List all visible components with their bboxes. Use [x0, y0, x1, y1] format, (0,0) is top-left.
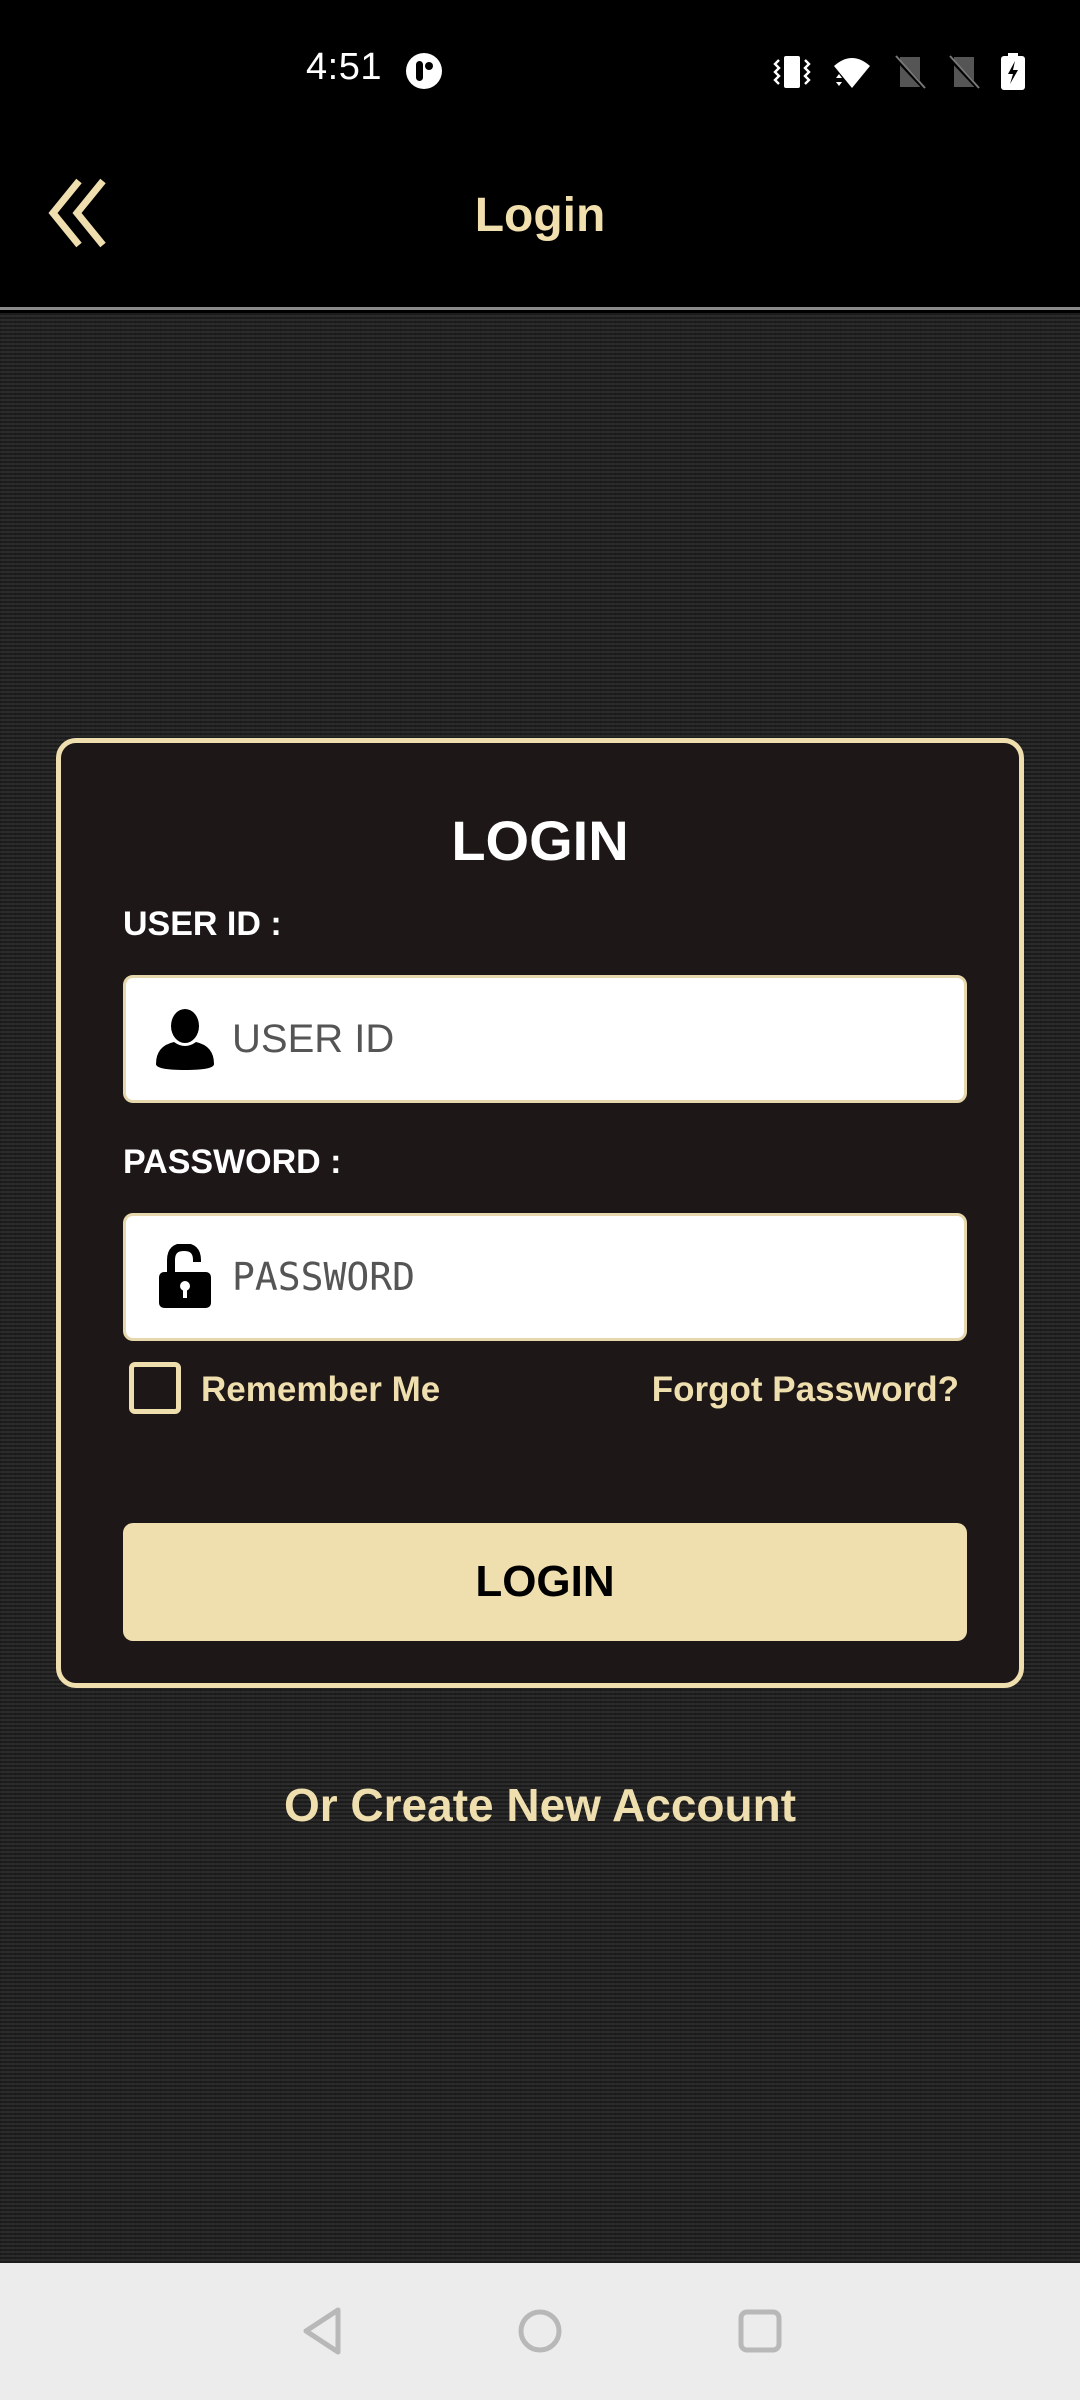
status-icons — [772, 52, 1026, 92]
triangle-back-icon — [300, 2306, 344, 2361]
wifi-icon — [830, 54, 874, 90]
circle-home-icon — [516, 2307, 564, 2360]
user-id-input[interactable] — [232, 978, 932, 1100]
password-input[interactable] — [232, 1216, 932, 1338]
app-bar: Login — [0, 130, 1080, 310]
remember-row: Remember Me Forgot Password? — [123, 1360, 967, 1420]
password-label: PASSWORD : — [123, 1143, 342, 1181]
nav-home-button[interactable] — [510, 2303, 570, 2363]
no-sim-icon — [946, 54, 982, 90]
nav-recents-button[interactable] — [730, 2303, 790, 2363]
square-recents-icon — [736, 2307, 784, 2360]
status-bar: 4:51 — [0, 0, 1080, 130]
unlock-icon — [150, 1242, 220, 1312]
no-sim-icon — [892, 54, 928, 90]
page-title: Login — [474, 189, 606, 242]
create-account-link[interactable]: Or Create New Account — [0, 1778, 1080, 1832]
vibrate-icon — [772, 54, 812, 90]
login-button[interactable]: LOGIN — [123, 1523, 967, 1641]
nav-back-button[interactable] — [292, 2303, 352, 2363]
battery-charging-icon — [1000, 53, 1026, 91]
card-title: LOGIN — [451, 809, 629, 872]
status-time: 4:51 — [306, 46, 382, 88]
system-nav-bar — [0, 2263, 1080, 2400]
login-card: LOGIN USER ID : PASSWORD : — [56, 738, 1024, 1688]
app-notification-icon — [405, 52, 443, 90]
user-id-label: USER ID : — [123, 905, 282, 943]
remember-me-checkbox[interactable] — [129, 1362, 181, 1414]
user-icon — [150, 1004, 220, 1074]
password-field[interactable] — [123, 1213, 967, 1341]
user-id-field[interactable] — [123, 975, 967, 1103]
content-area: LOGIN USER ID : PASSWORD : — [0, 313, 1080, 2263]
remember-me-label[interactable]: Remember Me — [201, 1370, 440, 1410]
forgot-password-link[interactable]: Forgot Password? — [652, 1370, 959, 1410]
